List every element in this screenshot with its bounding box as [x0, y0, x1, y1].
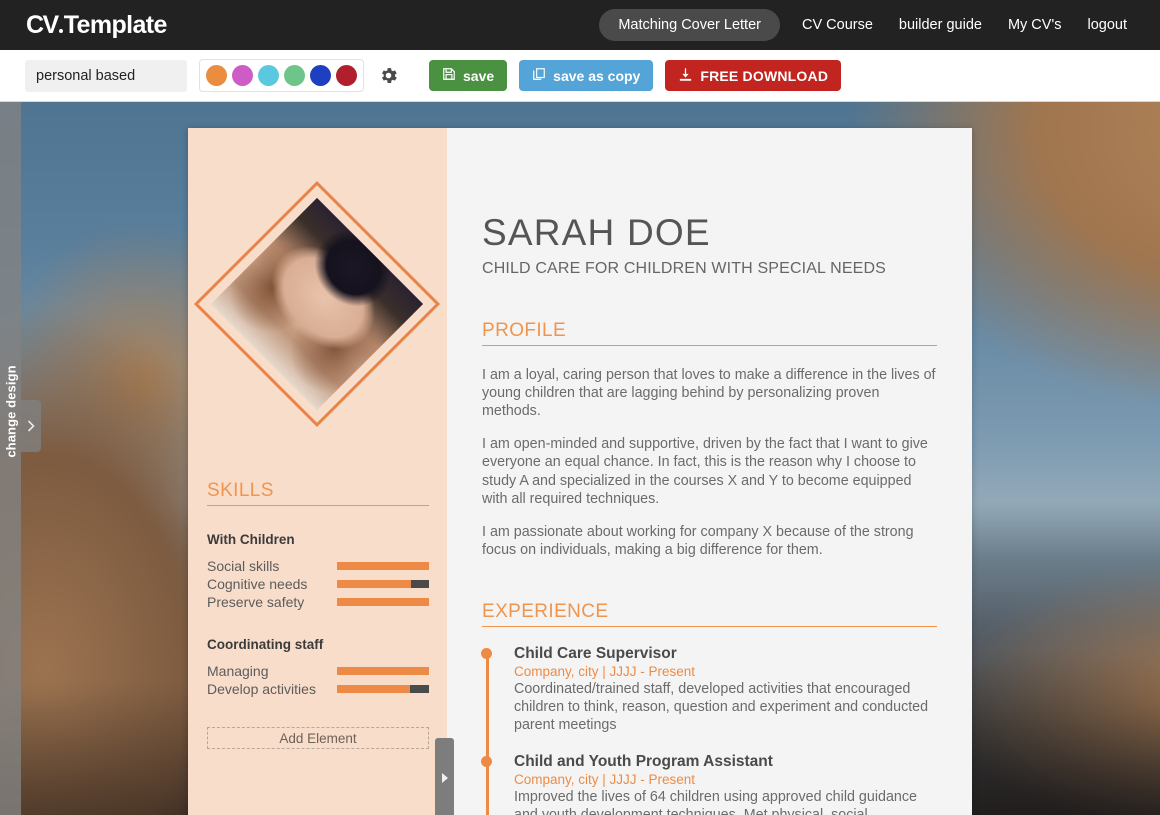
nav-builder-guide[interactable]: builder guide: [886, 0, 995, 50]
skill-group: Coordinating staff Managing Develop acti…: [207, 637, 429, 698]
save-as-copy-button[interactable]: save as copy: [519, 60, 654, 91]
nav-my-cvs[interactable]: My CV's: [995, 0, 1075, 50]
skill-label: Develop activities: [207, 681, 316, 697]
skill-group-title: Coordinating staff: [207, 637, 324, 652]
skill-bar-fill: [337, 598, 429, 606]
nav-cv-course[interactable]: CV Course: [789, 0, 886, 50]
skill-bar-fill: [337, 580, 411, 588]
skill-label: Social skills: [207, 558, 280, 574]
brand-logo-dot: [58, 28, 63, 33]
cv-right-column: SARAH DOE CHILD CARE FOR CHILDREN WITH S…: [447, 128, 972, 815]
nav-matching-cover-letter[interactable]: Matching Cover Letter: [599, 9, 780, 41]
skill-row[interactable]: Cognitive needs: [207, 575, 429, 593]
color-swatch-blue[interactable]: [310, 65, 331, 86]
skill-bar-fill: [337, 685, 410, 693]
skill-row[interactable]: Develop activities: [207, 680, 429, 698]
skill-bar-fill: [337, 562, 429, 570]
profile-photo-frame[interactable]: [193, 180, 441, 428]
skill-label: Managing: [207, 663, 269, 679]
change-design-label: change design: [3, 365, 19, 458]
add-element-button[interactable]: Add Element: [207, 727, 429, 749]
color-swatch-orange[interactable]: [206, 65, 227, 86]
experience-section-heading: EXPERIENCE: [482, 601, 937, 628]
nav-links: Matching Cover Letter CV Course builder …: [599, 0, 1140, 50]
skill-label: Preserve safety: [207, 594, 305, 610]
skill-group-title: With Children: [207, 532, 295, 547]
experience-description: Improved the lives of 64 children using …: [514, 789, 917, 815]
experience-title: Child and Youth Program Assistant: [514, 753, 773, 771]
profile-paragraph[interactable]: I am passionate about working for compan…: [482, 523, 937, 559]
experience-list: Child Care Supervisor Company, city | JJ…: [481, 645, 937, 815]
brand-logo-cv: CV: [26, 10, 59, 39]
color-swatch-green[interactable]: [284, 65, 305, 86]
experience-description: Coordinated/trained staff, developed act…: [514, 681, 929, 734]
skill-bar[interactable]: [337, 667, 429, 675]
color-swatch-pink[interactable]: [232, 65, 253, 86]
timeline-dot-icon: [481, 648, 492, 660]
skill-bar[interactable]: [337, 562, 429, 570]
skill-row[interactable]: Preserve safety: [207, 593, 429, 611]
skill-row[interactable]: Social skills: [207, 557, 429, 575]
cv-candidate-name[interactable]: SARAH DOE: [482, 213, 937, 253]
timeline-dot-icon: [481, 756, 492, 768]
skill-bar[interactable]: [337, 685, 429, 693]
triangle-right-icon: [440, 771, 449, 789]
change-design-expand-button[interactable]: [21, 400, 41, 452]
floppy-disk-icon: [442, 67, 456, 84]
nav-logout[interactable]: logout: [1074, 0, 1140, 50]
save-button-label: save: [463, 67, 495, 84]
skill-bar[interactable]: [337, 598, 429, 606]
download-icon: [678, 67, 693, 85]
skill-bar[interactable]: [337, 580, 429, 588]
document-name-input[interactable]: [25, 59, 187, 92]
experience-title: Child Care Supervisor: [514, 645, 677, 663]
color-swatch-darkred[interactable]: [336, 65, 357, 86]
top-navigation-bar: CV Template Matching Cover Letter CV Cou…: [0, 0, 1160, 50]
copy-icon: [532, 67, 546, 84]
cv-candidate-role[interactable]: CHILD CARE FOR CHILDREN WITH SPECIAL NEE…: [482, 260, 937, 278]
experience-meta: Company, city | JJJJ - Present: [514, 772, 696, 788]
gear-icon[interactable]: [375, 63, 401, 89]
editor-toolbar: save save as copy FREE DOWNLOAD: [0, 50, 1160, 102]
profile-paragraph[interactable]: I am open-minded and supportive, driven …: [482, 435, 937, 508]
color-swatch-cyan[interactable]: [258, 65, 279, 86]
panel-expand-handle[interactable]: [435, 738, 454, 815]
save-button[interactable]: save: [429, 60, 508, 91]
cv-document-page[interactable]: SKILLS With Children Social skills Cogni…: [188, 128, 972, 815]
skill-label: Cognitive needs: [207, 576, 308, 592]
brand-logo[interactable]: CV Template: [26, 11, 167, 40]
skill-bar-fill: [337, 667, 429, 675]
free-download-button[interactable]: FREE DOWNLOAD: [665, 60, 842, 91]
profile-section-heading: PROFILE: [482, 320, 937, 346]
experience-item[interactable]: Child Care Supervisor Company, city | JJ…: [481, 645, 937, 734]
cv-left-body: SKILLS With Children Social skills Cogni…: [207, 480, 429, 749]
skills-section-heading: SKILLS: [207, 480, 429, 506]
change-design-tab[interactable]: change design: [0, 102, 21, 815]
experience-item[interactable]: Child and Youth Program Assistant Compan…: [481, 753, 937, 815]
color-swatch-group: [199, 59, 364, 92]
editor-stage: change design SKILLS With Children Socia…: [0, 102, 1160, 815]
experience-meta: Company, city | JJJJ - Present: [514, 664, 696, 680]
brand-logo-template: Template: [63, 10, 168, 39]
experience-timeline-line: [486, 651, 489, 815]
chevron-right-icon: [25, 418, 37, 434]
skill-row[interactable]: Managing: [207, 662, 429, 680]
profile-paragraph[interactable]: I am a loyal, caring person that loves t…: [482, 366, 937, 420]
free-download-label: FREE DOWNLOAD: [700, 67, 829, 84]
skill-group: With Children Social skills Cognitive ne…: [207, 532, 429, 611]
cv-left-column: SKILLS With Children Social skills Cogni…: [188, 128, 447, 815]
save-as-copy-label: save as copy: [553, 67, 641, 84]
profile-photo-diamond-border: [193, 180, 441, 428]
